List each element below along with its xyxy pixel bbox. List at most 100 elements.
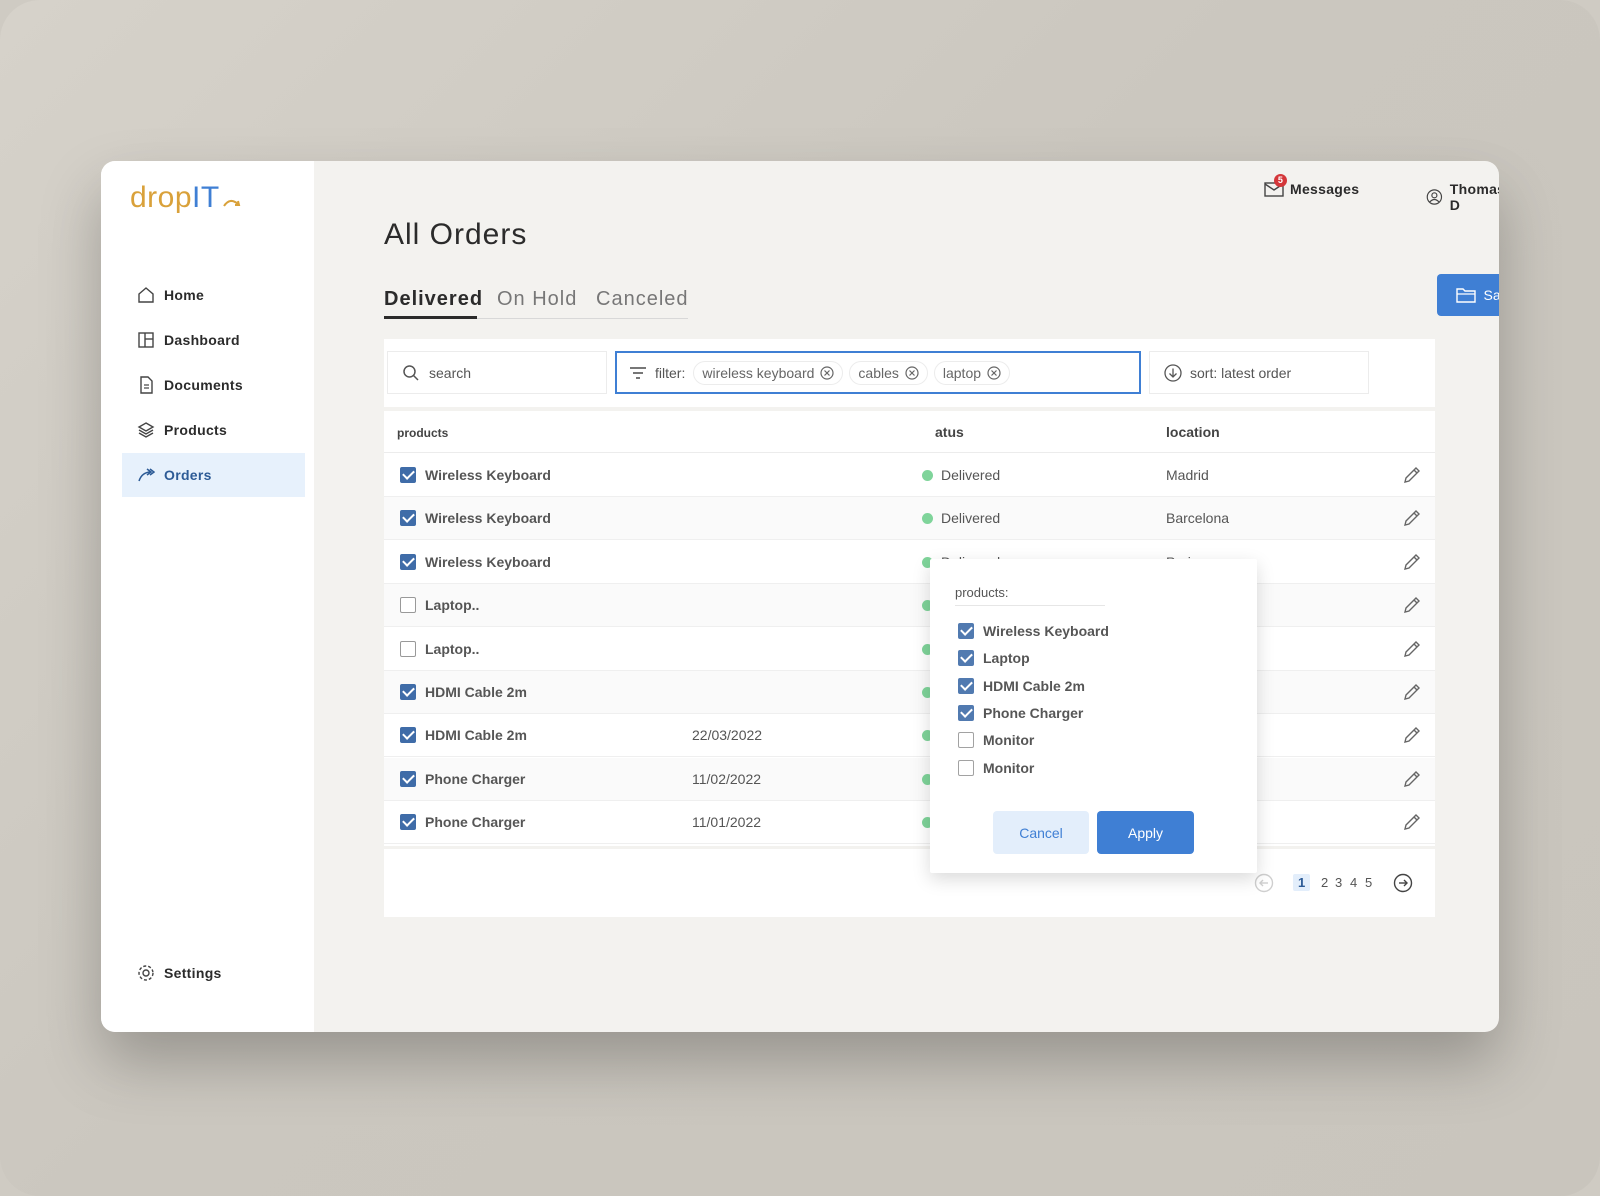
sidebar-item-label: Home <box>164 287 205 303</box>
table-header: products atus location <box>384 411 1435 453</box>
messages-link[interactable]: 5 Messages <box>1264 174 1360 197</box>
sidebar-item-home[interactable]: Home <box>122 273 305 317</box>
sidebar-item-settings[interactable]: Settings <box>122 951 305 995</box>
row-checkbox[interactable] <box>400 510 416 527</box>
status-cell: Delivered <box>922 510 1000 526</box>
next-page-icon[interactable] <box>1393 873 1413 893</box>
status-text: Delivered <box>941 467 1001 483</box>
filter-icon <box>630 366 646 379</box>
table-row[interactable]: Wireless Keyboard Delivered Madrid <box>384 454 1435 497</box>
row-checkbox[interactable] <box>400 553 416 570</box>
sidebar-item-orders[interactable]: Orders <box>122 453 305 497</box>
option-checkbox[interactable] <box>958 704 974 721</box>
option-label: Monitor <box>983 759 1035 776</box>
app-window: drop IT Home Dashboard Documents Products… <box>101 161 1499 1032</box>
sort-select[interactable]: sort: latest order <box>1149 351 1369 394</box>
row-checkbox[interactable] <box>400 814 416 831</box>
logo-text-it: IT <box>192 181 220 214</box>
sidebar-item-products[interactable]: Products <box>122 408 305 452</box>
sort-label: sort: latest order <box>1190 364 1292 381</box>
row-checkbox[interactable] <box>400 467 416 483</box>
gear-icon <box>138 965 154 981</box>
product-name: Wireless Keyboard <box>425 467 551 483</box>
product-name: Wireless Keyboard <box>425 510 551 527</box>
pencil-icon[interactable] <box>1402 812 1422 832</box>
orders-arrow-icon <box>138 468 155 482</box>
option-checkbox[interactable] <box>958 732 974 749</box>
row-checkbox[interactable] <box>400 597 416 614</box>
order-date: 22/03/2022 <box>692 727 763 744</box>
sidebar-item-documents[interactable]: Documents <box>122 363 305 407</box>
page-2[interactable]: 2 <box>1321 875 1328 890</box>
filter-chip[interactable]: laptop <box>933 360 1011 385</box>
filter-chip[interactable]: wireless keyboard <box>693 360 844 385</box>
table-row[interactable]: HDMI Cable 2m22/03/2022DeliveredDublin <box>384 714 1435 758</box>
logo: drop IT <box>130 181 242 215</box>
tab-canceled[interactable]: Canceled <box>596 288 689 311</box>
table-row[interactable]: Phone Charger11/01/2022DeliveredLondon <box>384 801 1435 845</box>
filter-input[interactable]: filter: wireless keyboard cables laptop <box>615 351 1141 394</box>
user-name: Thomas D <box>1449 181 1499 213</box>
row-checkbox[interactable] <box>400 770 416 787</box>
filter-label: filter: <box>655 364 686 381</box>
pencil-icon[interactable] <box>1402 552 1422 572</box>
save-button-label: Save <box>1483 287 1499 303</box>
tab-on-hold[interactable]: On Hold <box>497 288 577 311</box>
pencil-icon[interactable] <box>1402 769 1422 789</box>
close-circle-icon[interactable] <box>820 365 835 380</box>
table-row[interactable]: Laptop..DeliveredParis <box>384 584 1435 628</box>
order-date: 11/02/2022 <box>692 770 762 787</box>
logo-swoosh-icon <box>222 200 240 207</box>
header-location: location <box>1166 424 1220 440</box>
table-row[interactable]: Phone Charger11/02/2022DeliveredLondon <box>384 757 1435 801</box>
page-4[interactable]: 4 <box>1350 875 1357 890</box>
page-title: All Orders <box>384 218 528 251</box>
pagination: 1 2 3 4 5 <box>384 849 1435 917</box>
table-row[interactable]: Wireless Keyboard Delivered Barcelona <box>384 497 1435 541</box>
page-1[interactable]: 1 <box>1293 874 1311 891</box>
page-5[interactable]: 5 <box>1365 875 1372 890</box>
row-checkbox[interactable] <box>400 684 416 700</box>
messages-badge: 5 <box>1274 174 1287 187</box>
close-circle-icon[interactable] <box>987 365 1001 380</box>
row-checkbox[interactable] <box>400 640 416 657</box>
table-row[interactable]: HDMI Cable 2mDeliveredDublin <box>384 671 1435 714</box>
pencil-icon[interactable] <box>1402 682 1422 702</box>
save-button[interactable]: Save <box>1437 274 1499 316</box>
pencil-icon[interactable] <box>1402 508 1422 528</box>
cancel-button[interactable]: Cancel <box>993 811 1089 854</box>
pencil-icon[interactable] <box>1402 465 1422 485</box>
option-checkbox[interactable] <box>958 650 974 667</box>
product-name: Laptop.. <box>425 597 480 614</box>
table-row[interactable]: Wireless KeyboardDeliveredParis <box>384 541 1435 584</box>
apply-button[interactable]: Apply <box>1097 811 1194 854</box>
main-content: 5 Messages Thomas D All Orders Delivered… <box>314 161 1499 1032</box>
pencil-icon[interactable] <box>1402 725 1422 745</box>
user-menu[interactable]: Thomas D <box>1426 181 1499 213</box>
prev-page-icon[interactable] <box>1254 873 1274 893</box>
dashboard-icon <box>138 332 154 348</box>
products-filter-dropdown: products: Wireless Keyboard Laptop HDMI Ca… <box>930 559 1257 873</box>
sidebar-item-dashboard[interactable]: Dashboard <box>122 318 305 362</box>
location-cell: Barcelona <box>1166 510 1230 527</box>
option-checkbox[interactable] <box>958 677 974 694</box>
active-tab-underline <box>384 316 477 319</box>
tab-delivered[interactable]: Delivered <box>384 288 483 311</box>
filter-chip-label: laptop <box>942 364 982 381</box>
table-row[interactable]: Laptop..DeliveredParis <box>384 628 1435 671</box>
search-input[interactable]: search <box>387 351 607 394</box>
option-checkbox[interactable] <box>958 759 974 776</box>
header-status: atus <box>935 424 964 440</box>
dropdown-title: products: <box>955 585 1009 600</box>
option-checkbox[interactable] <box>958 623 974 639</box>
pencil-icon[interactable] <box>1402 595 1422 615</box>
close-circle-icon[interactable] <box>905 365 919 380</box>
user-avatar-icon <box>1426 189 1443 205</box>
product-name: HDMI Cable 2m <box>425 727 527 744</box>
messages-label: Messages <box>1290 181 1360 197</box>
page-3[interactable]: 3 <box>1335 875 1342 890</box>
row-checkbox[interactable] <box>400 727 416 744</box>
filter-chip[interactable]: cables <box>849 360 928 385</box>
pencil-icon[interactable] <box>1402 639 1422 659</box>
sidebar-item-label: Orders <box>164 467 212 483</box>
